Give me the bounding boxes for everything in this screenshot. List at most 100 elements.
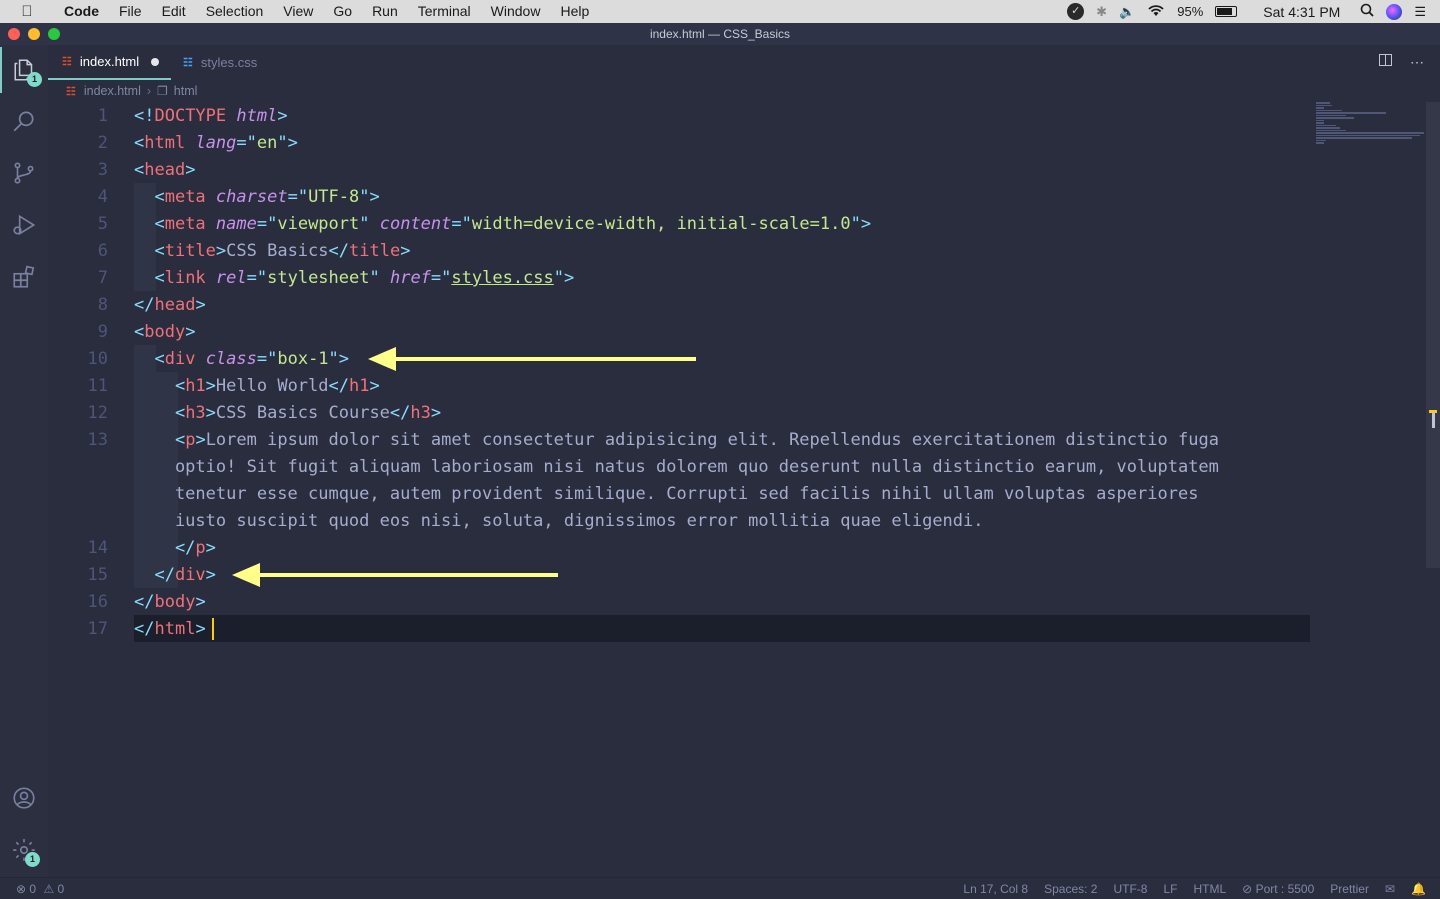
split-editor-icon[interactable] bbox=[1379, 54, 1392, 66]
code-line[interactable]: iusto suscipit quod eos nisi, soluta, di… bbox=[134, 508, 984, 535]
settings-gear-icon[interactable]: 1 bbox=[0, 827, 48, 873]
code-line[interactable]: </div> bbox=[134, 562, 215, 589]
source-control-icon[interactable] bbox=[0, 150, 48, 196]
line-number[interactable]: 10 bbox=[48, 346, 108, 373]
code-token: < bbox=[134, 214, 165, 234]
indentation[interactable]: Spaces: 2 bbox=[1044, 882, 1097, 896]
menu-terminal[interactable]: Terminal bbox=[408, 0, 481, 23]
line-number[interactable]: 3 bbox=[48, 157, 108, 184]
menu-go[interactable]: Go bbox=[323, 0, 362, 23]
code-token: < bbox=[134, 403, 186, 423]
live-server-port[interactable]: ⊘ Port : 5500 bbox=[1242, 882, 1314, 896]
menu-view[interactable]: View bbox=[273, 0, 323, 23]
menu-file[interactable]: File bbox=[109, 0, 152, 23]
breadcrumb-symbol[interactable]: html bbox=[174, 84, 198, 98]
minimize-window-button[interactable] bbox=[28, 28, 40, 40]
encoding[interactable]: UTF-8 bbox=[1113, 882, 1147, 896]
wifi-icon[interactable] bbox=[1147, 3, 1165, 20]
menu-selection[interactable]: Selection bbox=[196, 0, 274, 23]
code-token: <! bbox=[134, 106, 155, 126]
battery-icon[interactable] bbox=[1215, 6, 1238, 17]
code-line[interactable]: <p>Lorem ipsum dolor sit amet consectetu… bbox=[134, 427, 1219, 454]
code-line[interactable]: <div class="box-1"> bbox=[134, 346, 349, 373]
code-line[interactable]: <title>CSS Basics</title> bbox=[134, 238, 410, 265]
notification-center-icon[interactable]: ☰ bbox=[1414, 4, 1426, 20]
menu-window[interactable]: Window bbox=[481, 0, 551, 23]
code-token: > bbox=[195, 430, 206, 450]
menu-app-name[interactable]: Code bbox=[54, 0, 109, 23]
volume-icon[interactable]: 🔈 bbox=[1119, 4, 1135, 20]
line-number[interactable]: 9 bbox=[48, 319, 108, 346]
breadcrumb-file[interactable]: index.html bbox=[84, 84, 141, 98]
vertical-scrollbar[interactable] bbox=[1426, 102, 1440, 568]
code-line[interactable]: </html> bbox=[134, 616, 206, 643]
accounts-icon[interactable] bbox=[0, 775, 48, 821]
menu-help[interactable]: Help bbox=[550, 0, 599, 23]
explorer-icon[interactable]: 1 bbox=[0, 47, 48, 93]
line-number[interactable]: 4 bbox=[48, 184, 108, 211]
line-number[interactable]: 1 bbox=[48, 103, 108, 130]
problems-indicator[interactable]: ⊗ 0 ⚠ 0 bbox=[16, 882, 64, 896]
more-actions-icon[interactable]: ⋯ bbox=[1410, 54, 1424, 71]
cursor-position[interactable]: Ln 17, Col 8 bbox=[963, 882, 1028, 896]
line-number[interactable]: 14 bbox=[48, 535, 108, 562]
code-line[interactable]: <html lang="en"> bbox=[134, 130, 298, 157]
end-of-line[interactable]: LF bbox=[1163, 882, 1177, 896]
code-token: en bbox=[256, 133, 278, 153]
code-line[interactable]: <meta charset="UTF-8"> bbox=[134, 184, 379, 211]
menu-run[interactable]: Run bbox=[362, 0, 408, 23]
siri-icon[interactable] bbox=[1386, 3, 1403, 20]
code-token: < bbox=[134, 349, 165, 369]
tab-styles-css[interactable]: ☷ styles.css bbox=[171, 45, 281, 80]
search-icon[interactable] bbox=[0, 98, 48, 144]
feedback-icon[interactable]: ✉ bbox=[1385, 882, 1395, 896]
language-mode[interactable]: HTML bbox=[1194, 882, 1227, 896]
line-number[interactable]: 8 bbox=[48, 292, 108, 319]
minimap[interactable] bbox=[1316, 102, 1426, 144]
code-token: Hello World bbox=[215, 376, 329, 396]
line-number[interactable]: 16 bbox=[48, 589, 108, 616]
extensions-icon[interactable] bbox=[0, 254, 48, 300]
tab-index-html[interactable]: ☷ index.html bbox=[48, 45, 171, 80]
code-line[interactable]: <!DOCTYPE html> bbox=[134, 103, 288, 130]
html5-icon: ☷ bbox=[62, 56, 72, 68]
prettier-formatter[interactable]: Prettier bbox=[1330, 882, 1369, 896]
code-line[interactable]: <body> bbox=[134, 319, 195, 346]
battery-percent: 95% bbox=[1177, 4, 1204, 19]
run-debug-icon[interactable] bbox=[0, 202, 48, 248]
line-number[interactable]: 17 bbox=[48, 616, 108, 643]
code-line[interactable]: optio! Sit fugit aliquam laboriosam nisi… bbox=[134, 454, 1219, 481]
code-line[interactable]: <meta name="viewport" content="width=dev… bbox=[134, 211, 871, 238]
code-line[interactable]: <link rel="stylesheet" href="styles.css"… bbox=[134, 265, 574, 292]
zoom-window-button[interactable] bbox=[48, 28, 60, 40]
line-number[interactable]: 6 bbox=[48, 238, 108, 265]
code-line[interactable]: tenetur esse cumque, autem provident sim… bbox=[134, 481, 1199, 508]
scrollbar-thumb[interactable] bbox=[1432, 412, 1435, 428]
line-number[interactable]: 2 bbox=[48, 130, 108, 157]
code-line[interactable]: </body> bbox=[134, 589, 206, 616]
apple-icon[interactable]:  bbox=[0, 3, 54, 20]
line-number[interactable]: 7 bbox=[48, 265, 108, 292]
explorer-badge: 1 bbox=[27, 72, 42, 87]
code-line[interactable]: <h1>Hello World</h1> bbox=[134, 373, 380, 400]
line-number[interactable]: 11 bbox=[48, 373, 108, 400]
bell-icon[interactable]: 🔔 bbox=[1411, 882, 1426, 896]
code-line[interactable]: </p> bbox=[134, 535, 216, 562]
code-line[interactable]: <head> bbox=[134, 157, 195, 184]
spotlight-search-icon[interactable] bbox=[1360, 3, 1374, 20]
status-check-icon[interactable]: ✓ bbox=[1067, 3, 1085, 20]
code-editor[interactable]: 1 <!DOCTYPE html> 2 <html lang="en"> 3 <head>… bbox=[48, 102, 1316, 877]
line-number[interactable]: 13 bbox=[48, 427, 108, 454]
line-number[interactable]: 15 bbox=[48, 562, 108, 589]
menubar-clock[interactable]: Sat 4:31 PM bbox=[1263, 4, 1340, 20]
line-number[interactable]: 12 bbox=[48, 400, 108, 427]
code-line[interactable]: <h3>CSS Basics Course</h3> bbox=[134, 400, 441, 427]
code-line[interactable]: </head> bbox=[134, 292, 206, 319]
menu-edit[interactable]: Edit bbox=[152, 0, 196, 23]
code-token: =" bbox=[430, 268, 452, 288]
line-number[interactable]: 5 bbox=[48, 211, 108, 238]
close-window-button[interactable] bbox=[8, 28, 20, 40]
unsaved-dot-icon[interactable] bbox=[151, 57, 160, 66]
bluetooth-icon[interactable]: ✱ bbox=[1096, 4, 1107, 20]
